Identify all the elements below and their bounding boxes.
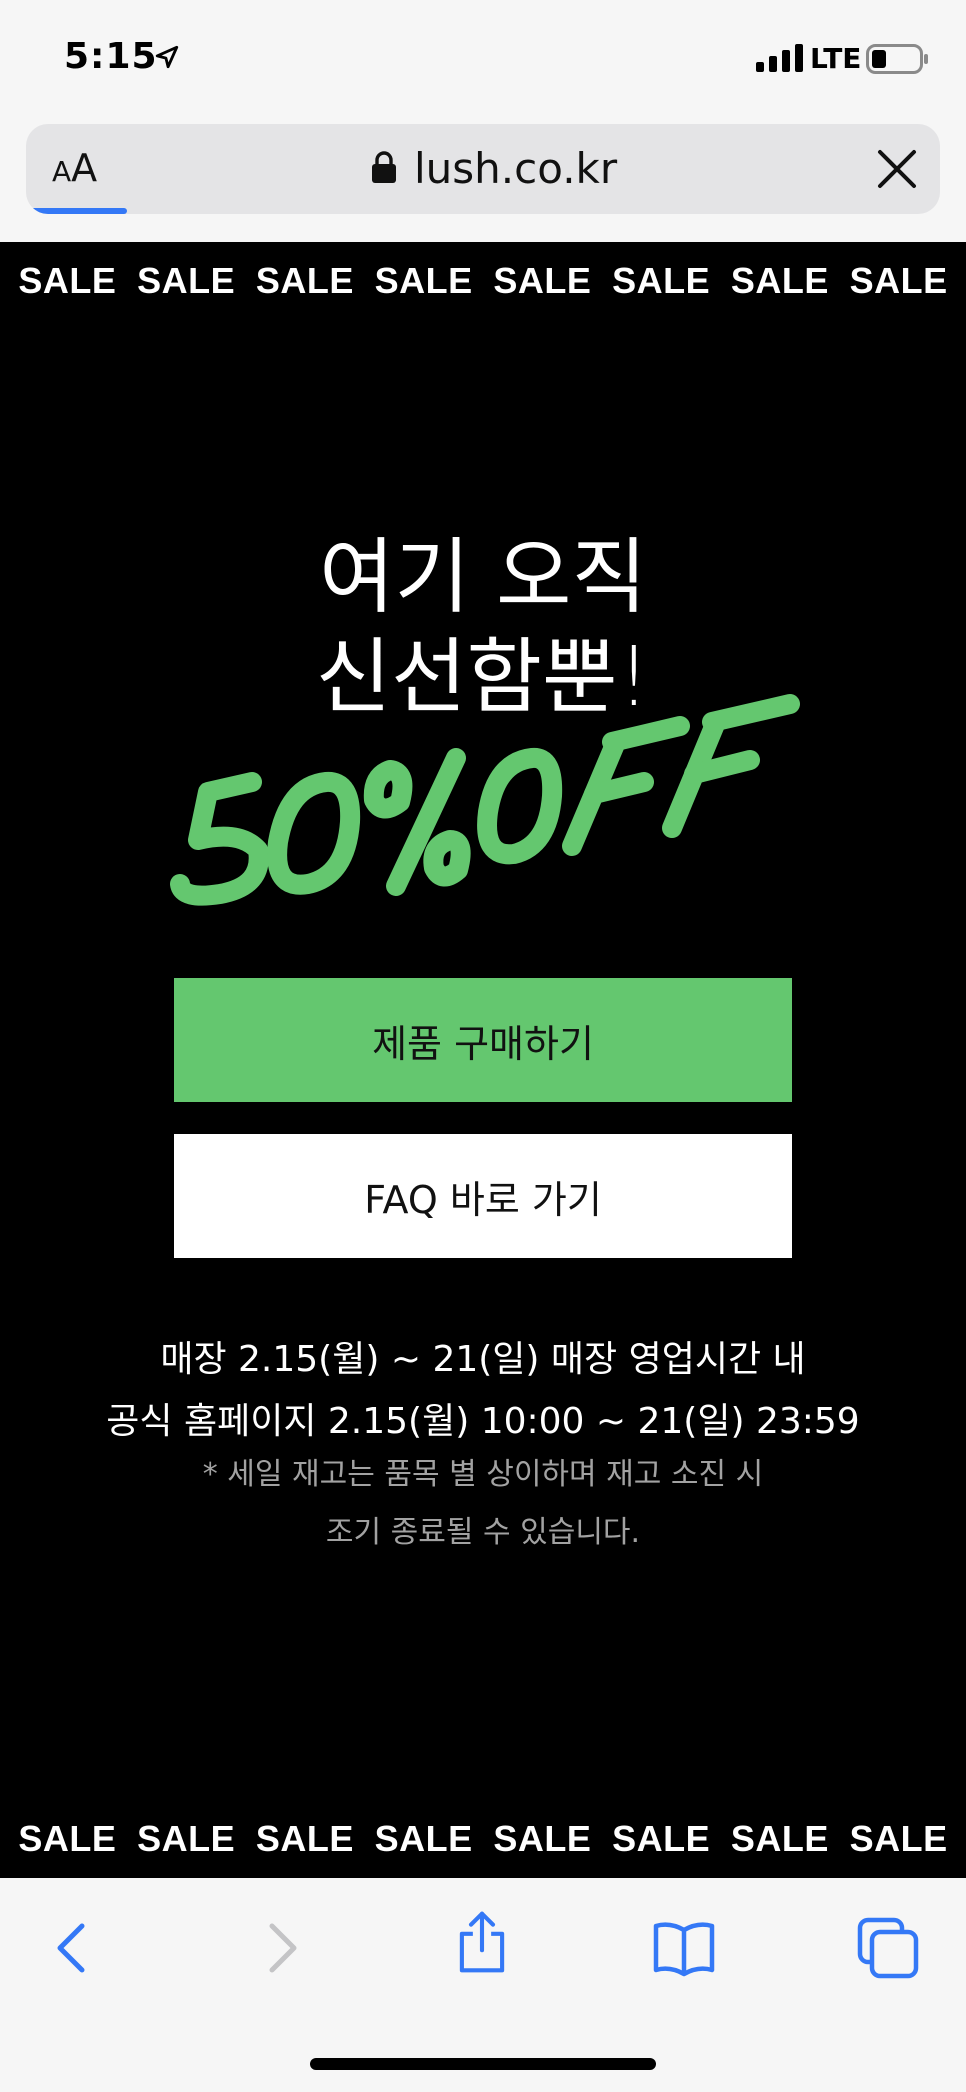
url-text[interactable]: lush.co.kr xyxy=(414,144,617,193)
tabs-icon[interactable] xyxy=(856,1916,920,1980)
forward-icon[interactable] xyxy=(248,1916,312,1980)
sale-label: SALE xyxy=(374,1818,473,1859)
sale-label: SALE xyxy=(730,1818,829,1859)
store-schedule: 매장 2.15(월) ~ 21(일) 매장 영업시간 내 xyxy=(160,1339,806,1380)
sale-label: SALE xyxy=(849,1818,948,1859)
lock-icon xyxy=(372,151,396,183)
text-size-large-glyph: A xyxy=(71,146,98,190)
sale-label: SALE xyxy=(612,260,711,301)
text-size-small-glyph: A xyxy=(52,155,72,188)
sale-label: SALE xyxy=(255,260,354,301)
sale-label: SALE xyxy=(849,260,948,301)
sale-label: SALE xyxy=(493,1818,592,1859)
home-indicator[interactable] xyxy=(310,2058,656,2070)
close-icon[interactable] xyxy=(874,146,920,192)
buy-products-button[interactable]: 제품 구매하기 xyxy=(174,978,792,1102)
sale-label: SALE xyxy=(137,260,236,301)
sale-label: SALE xyxy=(493,260,592,301)
web-page: SALE SALE SALE SALE SALE SALE SALE SALE … xyxy=(0,242,966,1878)
faq-button[interactable]: FAQ 바로 가기 xyxy=(174,1134,792,1258)
sale-banner-top: SALE SALE SALE SALE SALE SALE SALE SALE xyxy=(0,260,966,302)
page-load-progress xyxy=(26,208,127,214)
fifty-percent-off-graphic xyxy=(170,694,800,906)
text-size-button[interactable]: AA xyxy=(52,146,97,190)
sale-banner-bottom: SALE SALE SALE SALE SALE SALE SALE SALE xyxy=(0,1818,966,1860)
status-bar: 5:15 LTE xyxy=(0,0,966,120)
location-arrow-icon xyxy=(155,45,179,69)
sale-label: SALE xyxy=(18,260,117,301)
sale-label: SALE xyxy=(18,1818,117,1859)
stock-note-line-2: 조기 종료될 수 있습니다. xyxy=(325,1515,641,1550)
stock-note-line-1: * 세일 재고는 품목 별 상이하며 재고 소진 시 xyxy=(202,1457,764,1492)
online-schedule: 공식 홈페이지 2.15(월) 10:00 ~ 21(일) 23:59 xyxy=(106,1401,860,1442)
signal-strength-icon xyxy=(756,44,803,72)
back-icon[interactable] xyxy=(42,1916,106,1980)
address-bar[interactable]: AA lush.co.kr xyxy=(26,124,940,214)
sale-label: SALE xyxy=(137,1818,236,1859)
sale-label: SALE xyxy=(730,260,829,301)
share-icon[interactable] xyxy=(450,1910,514,1974)
bookmarks-icon[interactable] xyxy=(652,1916,716,1980)
headline-line-1: 여기 오직 xyxy=(319,530,647,625)
sale-label: SALE xyxy=(612,1818,711,1859)
status-time: 5:15 xyxy=(64,36,158,77)
battery-icon xyxy=(866,44,928,74)
network-type: LTE xyxy=(810,42,862,75)
sale-label: SALE xyxy=(374,260,473,301)
sale-label: SALE xyxy=(255,1818,354,1859)
